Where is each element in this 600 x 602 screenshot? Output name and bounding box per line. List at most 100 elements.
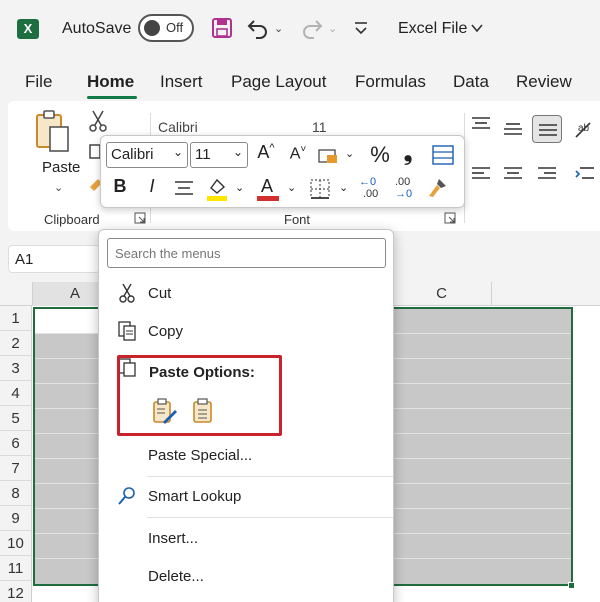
smart-lookup-icon [118, 487, 135, 505]
align-bottom-icon [539, 124, 557, 136]
increase-decimal-label: .00 [363, 188, 379, 200]
arrow-left-icon: ←0 [359, 176, 377, 188]
align-center-icon[interactable] [502, 165, 524, 183]
bold-button[interactable]: B [109, 176, 131, 202]
row-header[interactable]: 5 [0, 406, 32, 431]
active-tab-indicator [87, 96, 137, 99]
menu-label: Copy [148, 323, 184, 340]
menu-item-cut[interactable]: Cut [99, 275, 393, 311]
row-header[interactable]: 8 [0, 481, 32, 506]
increase-decimal-button[interactable]: ←0 .00 [359, 176, 385, 202]
center-align-icon[interactable] [173, 178, 195, 198]
tab-formulas[interactable]: Formulas [355, 72, 426, 92]
orientation-icon[interactable]: ab [572, 117, 596, 141]
mini-font-name-select[interactable]: Calibri ⌄ [106, 142, 188, 168]
decrease-decimal-label: .00 [395, 176, 411, 188]
chevron-down-icon[interactable]: ⌄ [287, 181, 296, 194]
customize-toolbar-icon[interactable] [352, 18, 370, 38]
font-color-swatch [257, 196, 279, 201]
fill-color-icon[interactable] [205, 176, 229, 202]
redo-dropdown-icon[interactable]: ⌄ [328, 22, 337, 35]
menu-label: Smart Lookup [148, 488, 242, 505]
align-bottom-button[interactable] [532, 115, 562, 143]
row-header[interactable]: 10 [0, 531, 32, 556]
redo-icon[interactable] [300, 17, 324, 39]
comma-style-button[interactable]: ❟ [399, 140, 417, 166]
autosave-toggle[interactable]: Off [138, 14, 194, 42]
row-header[interactable]: 12 [0, 581, 32, 602]
mini-font-size-select[interactable]: 11 ⌄ [190, 142, 248, 168]
chevron-down-icon[interactable] [470, 21, 484, 35]
align-top-icon[interactable] [470, 115, 492, 133]
arrow-right-icon: →0 [395, 188, 413, 200]
row-header[interactable]: 7 [0, 456, 32, 481]
menu-item-insert[interactable]: Insert... [99, 520, 393, 556]
ribbon-font-name[interactable]: Calibri [158, 119, 198, 135]
italic-button[interactable]: I [141, 176, 163, 202]
chevron-down-icon[interactable]: ⌄ [339, 181, 348, 194]
menu-search-input[interactable] [107, 238, 386, 268]
row-header[interactable]: 9 [0, 506, 32, 531]
undo-icon[interactable] [246, 17, 270, 39]
ribbon-font-size[interactable]: 11 [312, 119, 327, 135]
font-launcher-icon[interactable] [444, 212, 456, 224]
clipboard-launcher-icon[interactable] [134, 212, 146, 224]
menu-item-copy[interactable]: Copy [99, 313, 393, 349]
chevron-down-icon[interactable]: ⌄ [235, 181, 244, 194]
indent-icon[interactable] [574, 165, 596, 183]
undo-dropdown-icon[interactable]: ⌄ [274, 22, 283, 35]
menu-divider [147, 476, 393, 477]
svg-text:ab: ab [578, 123, 590, 134]
file-title[interactable]: Excel File [398, 20, 467, 38]
tab-home[interactable]: Home [87, 72, 134, 92]
column-header-c[interactable]: C [392, 282, 492, 306]
row-header[interactable]: 1 [0, 306, 32, 331]
align-right-icon[interactable] [536, 165, 558, 183]
cut-icon[interactable] [88, 109, 108, 133]
row-header[interactable]: 11 [0, 556, 32, 581]
menu-label: Insert... [148, 530, 199, 547]
context-menu: Cut Copy Paste Options: Paste Special... [98, 229, 394, 602]
toggle-knob [144, 20, 160, 36]
autosave-state: Off [166, 20, 184, 35]
align-left-icon[interactable] [470, 165, 492, 183]
row-header[interactable]: 6 [0, 431, 32, 456]
paste-dropdown-icon[interactable]: ⌄ [54, 181, 63, 194]
menu-item-paste-special[interactable]: Paste Special... [99, 437, 393, 473]
menu-item-delete[interactable]: Delete... [99, 558, 393, 594]
tab-review[interactable]: Review [516, 72, 572, 92]
decrease-decimal-button[interactable]: .00 →0 [393, 176, 419, 202]
paste-icon[interactable] [34, 109, 74, 155]
menu-item-smart-lookup[interactable]: Smart Lookup [99, 478, 393, 514]
fill-handle[interactable] [568, 582, 575, 589]
shrink-font-button[interactable]: A˅ [287, 144, 309, 170]
name-box[interactable]: A1 [8, 245, 100, 273]
align-middle-icon[interactable] [502, 119, 524, 137]
format-painter-icon[interactable] [425, 176, 449, 200]
percent-style-button[interactable]: % [367, 142, 393, 168]
tab-insert[interactable]: Insert [160, 72, 203, 92]
row-header[interactable]: 4 [0, 381, 32, 406]
borders-icon[interactable] [309, 178, 331, 200]
clipboard-group-label: Clipboard [44, 212, 100, 227]
ribbon-tabs: File Home Insert Page Layout Formulas Da… [0, 66, 600, 100]
select-all-corner[interactable] [0, 282, 33, 306]
tab-page-layout[interactable]: Page Layout [231, 72, 326, 92]
grow-font-button[interactable]: A^ [255, 142, 277, 168]
menu-label: Delete... [148, 568, 204, 585]
font-group-label: Font [284, 212, 311, 227]
row-header[interactable]: 3 [0, 356, 32, 381]
tab-data[interactable]: Data [453, 72, 489, 92]
tab-file[interactable]: File [25, 72, 52, 92]
number-format-icon[interactable] [317, 147, 339, 165]
wrap-text-icon[interactable] [431, 144, 455, 166]
paste-button[interactable]: Paste [42, 159, 80, 176]
save-icon[interactable] [211, 17, 233, 39]
font-color-button[interactable]: A [256, 174, 280, 204]
row-header[interactable]: 2 [0, 331, 32, 356]
chevron-down-icon[interactable]: ⌄ [345, 147, 354, 160]
font-color-letter: A [261, 176, 274, 196]
mini-toolbar: Calibri ⌄ 11 ⌄ A^ A˅ ⌄ % ❟ B I ⌄ A ⌄ ⌄ ←… [100, 135, 465, 208]
autosave-label: AutoSave [62, 20, 132, 37]
paste-options-highlight [117, 355, 282, 436]
